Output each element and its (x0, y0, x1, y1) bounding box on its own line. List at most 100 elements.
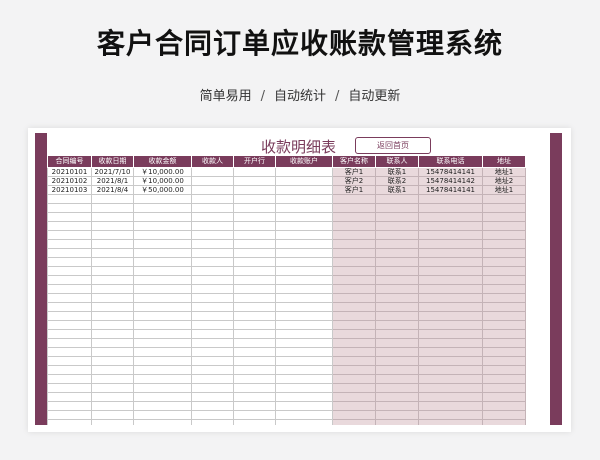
table-cell[interactable]: 客户1 (332, 185, 376, 195)
table-cell[interactable] (482, 284, 526, 294)
table-cell[interactable] (275, 338, 333, 348)
table-cell[interactable] (275, 167, 333, 177)
table-cell[interactable] (91, 275, 134, 285)
table-cell[interactable] (47, 203, 92, 213)
table-cell[interactable]: ￥10,000.00 (133, 167, 192, 177)
table-cell[interactable] (418, 212, 483, 222)
table-cell[interactable] (47, 419, 92, 425)
table-cell[interactable] (375, 338, 419, 348)
table-cell[interactable] (332, 401, 376, 411)
table-cell[interactable] (332, 356, 376, 366)
table-cell[interactable] (418, 347, 483, 357)
table-cell[interactable] (233, 293, 276, 303)
table-cell[interactable] (418, 302, 483, 312)
table-cell[interactable] (133, 293, 192, 303)
table-cell[interactable] (275, 257, 333, 267)
table-cell[interactable] (375, 374, 419, 384)
table-cell[interactable] (233, 266, 276, 276)
table-cell[interactable] (233, 239, 276, 249)
table-cell[interactable] (133, 419, 192, 425)
table-cell[interactable] (133, 230, 192, 240)
table-cell[interactable] (418, 284, 483, 294)
table-cell[interactable] (91, 194, 134, 204)
table-cell[interactable] (482, 275, 526, 285)
table-cell[interactable] (133, 374, 192, 384)
table-cell[interactable]: 地址2 (482, 176, 526, 186)
table-cell[interactable] (233, 167, 276, 177)
table-cell[interactable] (133, 275, 192, 285)
table-cell[interactable] (418, 338, 483, 348)
table-cell[interactable] (233, 185, 276, 195)
table-cell[interactable] (47, 374, 92, 384)
table-cell[interactable] (275, 203, 333, 213)
table-cell[interactable] (91, 401, 134, 411)
table-cell[interactable]: 15478414141 (418, 167, 483, 177)
table-cell[interactable] (375, 383, 419, 393)
return-home-button[interactable]: 返回首页 (355, 137, 431, 154)
table-cell[interactable] (418, 221, 483, 231)
table-cell[interactable] (418, 194, 483, 204)
table-cell[interactable] (91, 338, 134, 348)
table-cell[interactable] (482, 230, 526, 240)
table-cell[interactable] (233, 275, 276, 285)
table-cell[interactable]: 客户2 (332, 176, 376, 186)
table-cell[interactable] (375, 248, 419, 258)
table-cell[interactable] (275, 266, 333, 276)
table-cell[interactable] (191, 257, 234, 267)
table-cell[interactable] (191, 293, 234, 303)
table-cell[interactable] (275, 329, 333, 339)
table-cell[interactable] (375, 230, 419, 240)
table-cell[interactable] (418, 374, 483, 384)
table-cell[interactable] (482, 212, 526, 222)
table-cell[interactable] (233, 203, 276, 213)
table-cell[interactable] (47, 401, 92, 411)
table-cell[interactable] (375, 194, 419, 204)
table-cell[interactable] (47, 239, 92, 249)
table-cell[interactable] (233, 194, 276, 204)
table-cell[interactable] (332, 221, 376, 231)
table-cell[interactable] (47, 329, 92, 339)
table-cell[interactable] (418, 203, 483, 213)
table-cell[interactable] (482, 365, 526, 375)
table-cell[interactable] (47, 392, 92, 402)
table-cell[interactable] (47, 194, 92, 204)
table-cell[interactable] (375, 239, 419, 249)
table-cell[interactable] (418, 311, 483, 321)
table-cell[interactable] (332, 383, 376, 393)
table-cell[interactable] (332, 212, 376, 222)
table-cell[interactable] (191, 383, 234, 393)
table-cell[interactable] (133, 329, 192, 339)
table-cell[interactable] (275, 419, 333, 425)
table-cell[interactable] (418, 293, 483, 303)
table-cell[interactable] (133, 365, 192, 375)
table-cell[interactable] (91, 419, 134, 425)
table-cell[interactable] (133, 284, 192, 294)
table-cell[interactable] (275, 275, 333, 285)
table-cell[interactable] (47, 248, 92, 258)
table-cell[interactable] (233, 401, 276, 411)
table-cell[interactable] (418, 230, 483, 240)
table-cell[interactable] (332, 266, 376, 276)
table-cell[interactable] (91, 329, 134, 339)
table-cell[interactable] (233, 329, 276, 339)
table-cell[interactable] (375, 365, 419, 375)
table-cell[interactable] (482, 392, 526, 402)
table-cell[interactable] (191, 401, 234, 411)
table-cell[interactable] (191, 347, 234, 357)
table-cell[interactable] (375, 284, 419, 294)
table-cell[interactable] (191, 329, 234, 339)
table-cell[interactable] (47, 257, 92, 267)
table-cell[interactable] (275, 356, 333, 366)
table-cell[interactable] (191, 194, 234, 204)
table-cell[interactable] (418, 275, 483, 285)
table-cell[interactable] (275, 239, 333, 249)
table-cell[interactable] (332, 311, 376, 321)
table-cell[interactable] (375, 221, 419, 231)
table-cell[interactable] (233, 284, 276, 294)
table-cell[interactable] (375, 302, 419, 312)
table-cell[interactable] (275, 194, 333, 204)
table-cell[interactable] (375, 347, 419, 357)
table-cell[interactable] (233, 311, 276, 321)
table-cell[interactable] (191, 410, 234, 420)
table-cell[interactable]: 联系1 (375, 167, 419, 177)
